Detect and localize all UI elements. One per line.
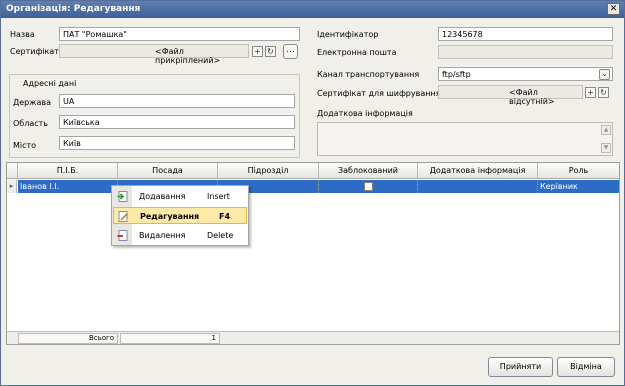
cell-role[interactable]: Керівник <box>538 180 619 193</box>
email-input[interactable] <box>438 45 613 59</box>
city-label: Місто <box>13 141 37 150</box>
id-input[interactable]: 12345678 <box>438 27 613 41</box>
window-title: Організація: Редагування <box>6 4 141 14</box>
enc-cert-label: Сертифікат для шифрування <box>317 89 441 98</box>
column-header-name[interactable]: П.І.Б. <box>18 163 118 179</box>
edit-icon <box>118 211 129 222</box>
attach-enc-cert-button[interactable]: + <box>585 87 596 98</box>
extra-info-textarea[interactable]: ▲ ▼ <box>317 122 613 156</box>
menu-item-add-label: Додавання <box>139 192 186 201</box>
certificate-label: Сертифікат <box>10 47 59 56</box>
browse-certificate-button[interactable]: ... <box>283 44 298 59</box>
grid-header: П.І.Б. Посада Підрозділ Заблокований Дод… <box>7 163 619 179</box>
attach-certificate-button[interactable]: + <box>252 46 263 57</box>
blocked-checkbox[interactable] <box>364 182 373 191</box>
menu-item-edit-shortcut: F4 <box>219 212 231 221</box>
add-icon <box>117 191 128 202</box>
id-label: Ідентифікатор <box>317 30 379 39</box>
menu-item-edit[interactable]: Редагування F4 <box>113 207 247 224</box>
city-input[interactable]: Київ <box>59 136 295 150</box>
menu-item-delete-label: Видалення <box>139 231 186 240</box>
column-header-role[interactable]: Роль <box>538 163 619 179</box>
grid-footer: Всього 1 <box>7 331 619 344</box>
transport-label: Канал транспортування <box>317 70 420 79</box>
cell-blocked[interactable] <box>319 180 418 193</box>
menu-item-add-shortcut: Insert <box>207 192 230 201</box>
cancel-button[interactable]: Відміна <box>557 357 615 377</box>
close-button[interactable]: ✕ <box>607 3 620 15</box>
cell-name[interactable]: Іванов І.І. <box>18 180 118 193</box>
employees-grid: П.І.Б. Посада Підрозділ Заблокований Дод… <box>6 162 620 345</box>
email-label: Електронна пошта <box>317 48 397 57</box>
enc-cert-field: <Файл відсутній> <box>438 85 583 106</box>
address-group-title: Адресні дані <box>23 79 77 88</box>
refresh-certificate-button[interactable]: ↻ <box>265 46 276 57</box>
footer-total-value: 1 <box>120 333 220 344</box>
menu-item-edit-label: Редагування <box>140 212 200 221</box>
chevron-down-icon[interactable]: ⌄ <box>599 69 610 80</box>
transport-select[interactable]: ftp/sftp <box>438 67 613 81</box>
column-header-extra[interactable]: Додаткова інформація <box>418 163 538 179</box>
certificate-field: <Файл прикріплений> <box>59 44 249 65</box>
menu-item-delete-shortcut: Delete <box>207 231 234 240</box>
context-menu: Додавання Insert Редагування F4 Видаленн… <box>111 185 249 246</box>
title-bar[interactable]: Організація: Редагування <box>1 1 624 18</box>
dialog-window: Організація: Редагування ✕ Назва ПАТ "Ро… <box>0 0 625 386</box>
delete-icon <box>117 230 128 241</box>
country-input[interactable]: UA <box>59 94 295 108</box>
name-input[interactable]: ПАТ "Ромашка" <box>59 27 300 41</box>
menu-item-add[interactable]: Додавання Insert <box>113 188 247 205</box>
footer-total-label: Всього <box>18 333 118 344</box>
column-header-blocked[interactable]: Заблокований <box>319 163 418 179</box>
country-label: Держава <box>13 98 51 107</box>
scroll-down-icon[interactable]: ▼ <box>601 143 611 153</box>
menu-item-delete[interactable]: Видалення Delete <box>113 227 247 244</box>
accept-button[interactable]: Прийняти <box>488 357 553 377</box>
scroll-up-icon[interactable]: ▲ <box>601 125 611 135</box>
cell-extra[interactable] <box>418 180 538 193</box>
region-input[interactable]: Київська <box>59 115 295 129</box>
region-label: Область <box>13 119 49 128</box>
refresh-enc-cert-button[interactable]: ↻ <box>598 87 609 98</box>
row-indicator-icon: ▸ <box>7 180 17 193</box>
column-header-department[interactable]: Підрозділ <box>218 163 319 179</box>
column-header-position[interactable]: Посада <box>118 163 218 179</box>
extra-info-label: Додаткова інформація <box>317 109 413 118</box>
table-row[interactable]: Іванов І.І. Керівник <box>18 180 619 193</box>
name-label: Назва <box>10 30 35 39</box>
grid-header-indicator <box>7 163 18 179</box>
